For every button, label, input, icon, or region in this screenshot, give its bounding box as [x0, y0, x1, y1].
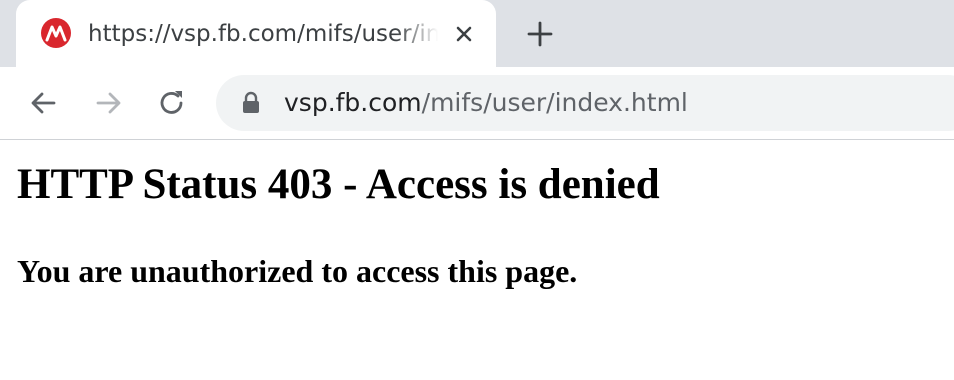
arrow-left-icon[interactable] [26, 85, 62, 121]
address-bar[interactable]: vsp.fb.com/mifs/user/index.html [216, 75, 954, 131]
arrow-right-icon[interactable] [90, 85, 126, 121]
browser-toolbar: vsp.fb.com/mifs/user/index.html [0, 67, 954, 140]
url-path: /mifs/user/index.html [421, 88, 688, 117]
tab-title: https://vsp.fb.com/mifs/user/index.html [88, 21, 438, 47]
error-heading: HTTP Status 403 - Access is denied [17, 161, 660, 208]
page-content: HTTP Status 403 - Access is denied You a… [0, 140, 954, 380]
error-message: You are unauthorized to access this page… [17, 253, 578, 289]
close-icon[interactable] [450, 20, 478, 48]
url-host: vsp.fb.com [284, 88, 422, 117]
mobileiron-logo-icon [41, 18, 71, 48]
reload-icon[interactable] [154, 85, 190, 121]
url-text[interactable]: vsp.fb.com/mifs/user/index.html [284, 83, 688, 123]
tab-strip: https://vsp.fb.com/mifs/user/index.html [0, 0, 954, 67]
browser-tab[interactable]: https://vsp.fb.com/mifs/user/index.html [16, 0, 496, 67]
plus-icon[interactable] [522, 16, 558, 52]
lock-icon[interactable] [240, 91, 262, 115]
